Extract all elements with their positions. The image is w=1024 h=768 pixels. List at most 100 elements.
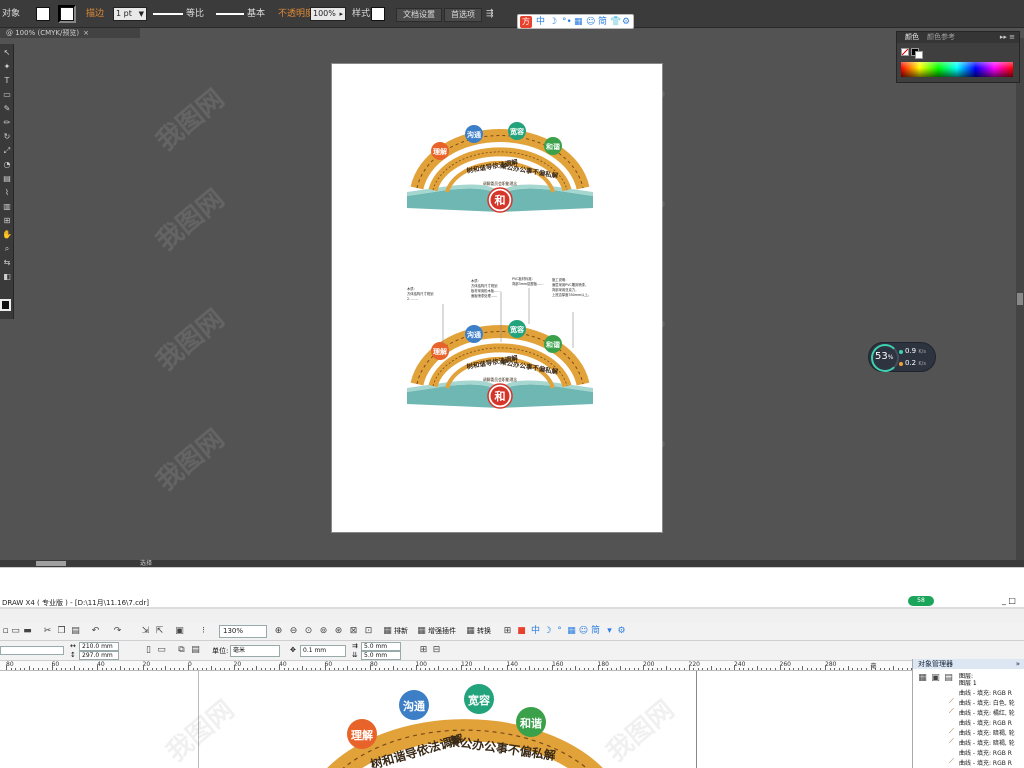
page-height-field[interactable]: 297.0 mm: [79, 651, 119, 660]
graph-tool-icon[interactable]: ▥: [1, 202, 13, 212]
punctuation-icon[interactable]: °: [554, 626, 565, 637]
page-width-field[interactable]: 210.0 mm: [79, 642, 119, 651]
zoom-tool-icon[interactable]: ⌕: [1, 244, 13, 254]
type-tool-icon[interactable]: T: [1, 76, 13, 86]
keyboard-icon[interactable]: ▦: [566, 626, 577, 637]
arrange-icon[interactable]: ⇶: [486, 8, 494, 21]
zoom-page-icon[interactable]: ⊛: [333, 626, 344, 637]
hand-tool-icon[interactable]: ✋: [1, 230, 13, 240]
skin-icon[interactable]: 👕: [610, 16, 621, 28]
artwork-top[interactable]: 和 树和谐导依法调解 秉公办公事不偏私解 调解委员会职能理念 理解 沟通 宽容 …: [407, 122, 593, 212]
nudge-field[interactable]: 0.1 mm: [300, 645, 346, 657]
artboard-tool-icon[interactable]: ⊞: [1, 216, 13, 226]
dup-offset-icon[interactable]: ⊟: [431, 645, 442, 656]
zoom-selected-icon[interactable]: ⊙: [303, 626, 314, 637]
chevron-right-icon[interactable]: »: [1016, 659, 1020, 669]
object-row[interactable]: 曲线 - 填充: RGB R: [959, 748, 1012, 757]
zoom-height-icon[interactable]: ⊡: [363, 626, 374, 637]
swap-colors-icon[interactable]: ⇆: [1, 258, 13, 268]
scrollbar-thumb[interactable]: [36, 561, 66, 566]
style-swatch[interactable]: [371, 7, 385, 21]
options-icon[interactable]: ⁝: [198, 626, 209, 637]
simplified-icon[interactable]: 简: [598, 16, 607, 28]
convert-label[interactable]: 转换: [477, 626, 491, 637]
gradient-tool-icon[interactable]: ▤: [1, 174, 13, 184]
ime-chinese-icon[interactable]: 中: [536, 16, 545, 28]
ime-chinese-icon[interactable]: 中: [530, 626, 541, 637]
save-icon[interactable]: ▬: [22, 626, 33, 637]
artboard[interactable]: 和 树和谐导依法调解 秉公办公事不偏私解 调解委员会职能理念 理解 沟通 宽容 …: [331, 63, 663, 533]
ime-logo-icon[interactable]: 方: [520, 16, 532, 28]
window-controls[interactable]: _ □: [1002, 596, 1016, 605]
shape-builder-icon[interactable]: ◔: [1, 160, 13, 170]
eyedropper-icon[interactable]: ⌇: [1, 188, 13, 198]
cut-icon[interactable]: ✂: [42, 626, 53, 637]
zoom-in-icon[interactable]: ⊕: [273, 626, 284, 637]
none-swatch[interactable]: [901, 48, 909, 56]
selection-tool-icon[interactable]: ↖: [1, 48, 13, 58]
layer-view-icon[interactable]: ▦: [917, 673, 928, 684]
pencil-tool-icon[interactable]: ✏: [1, 118, 13, 128]
convert-icon[interactable]: ▦: [465, 626, 476, 637]
launcher-icon[interactable]: ▣: [174, 626, 185, 637]
arrange-label[interactable]: 排新: [394, 626, 408, 637]
scrollbar-thumb[interactable]: [1017, 293, 1023, 305]
arrange-icon[interactable]: ▦: [382, 626, 393, 637]
tab-color[interactable]: 颜色: [905, 32, 919, 43]
layer-manager-icon[interactable]: ▤: [943, 673, 954, 684]
all-pages-icon[interactable]: ⧉: [176, 645, 187, 656]
moon-icon[interactable]: ☽: [549, 16, 557, 28]
stroke-weight-select[interactable]: 1 pt ▼: [113, 7, 147, 21]
notification-badge[interactable]: 58: [908, 596, 934, 606]
paste-icon[interactable]: ▤: [70, 626, 81, 637]
redo-icon[interactable]: ↷: [112, 626, 123, 637]
scale-tool-icon[interactable]: ⤢: [1, 146, 13, 156]
landscape-icon[interactable]: ▭: [156, 645, 167, 656]
duplicate-x-field[interactable]: 5.0 mm: [361, 642, 401, 651]
object-row[interactable]: 曲线 - 填充: 橘红, 轮: [959, 708, 1015, 717]
units-select[interactable]: 毫米: [230, 645, 280, 657]
export-icon[interactable]: ⇱: [154, 626, 165, 637]
gear-icon[interactable]: ⚙: [616, 626, 627, 637]
preferences-button[interactable]: 首选项: [444, 8, 482, 22]
opacity-select[interactable]: 100% ▸: [310, 7, 346, 21]
copy-icon[interactable]: ❐: [56, 626, 67, 637]
document-setup-button[interactable]: 文档设置: [396, 8, 442, 22]
gear-icon[interactable]: ⚙: [622, 16, 630, 28]
vertical-scrollbar[interactable]: [1016, 38, 1024, 560]
skin-icon[interactable]: ▾: [604, 626, 615, 637]
default-colors-icon[interactable]: ◧: [1, 272, 13, 282]
white-swatch[interactable]: [915, 51, 923, 59]
import-icon[interactable]: ⇲: [140, 626, 151, 637]
current-page-icon[interactable]: ▤: [190, 645, 201, 656]
object-row[interactable]: 曲线 - 填充: 暗褐, 轮: [959, 738, 1015, 747]
zoom-out-icon[interactable]: ⊖: [288, 626, 299, 637]
pen-tool-icon[interactable]: ✎: [1, 104, 13, 114]
enhance-icon[interactable]: ▦: [416, 626, 427, 637]
user-icon[interactable]: ☺: [586, 16, 595, 28]
magic-wand-icon[interactable]: ✦: [1, 62, 13, 72]
zoom-select[interactable]: 130%: [219, 625, 267, 638]
tab-color-guide[interactable]: 颜色参考: [927, 32, 955, 43]
object-row[interactable]: 曲线 - 填充: RGB R: [959, 758, 1012, 767]
fill-swatch[interactable]: [36, 7, 50, 21]
moon-icon[interactable]: ☽: [542, 626, 553, 637]
opacity-label[interactable]: 不透明度: [278, 8, 314, 21]
document-tab[interactable]: @ 100% (CMYK/预览) ×: [0, 28, 140, 38]
ime-logo-icon[interactable]: ■: [516, 626, 527, 637]
portrait-icon[interactable]: ▯: [143, 645, 154, 656]
object-row[interactable]: 曲线 - 填充: RGB R: [959, 688, 1012, 697]
object-row[interactable]: 曲线 - 填充: 白色, 轮: [959, 698, 1015, 707]
panel-menu-icon[interactable]: ▸▸ ≡: [1000, 32, 1015, 43]
keyboard-icon[interactable]: ▦: [574, 16, 583, 28]
undo-icon[interactable]: ↶: [90, 626, 101, 637]
artwork-bottom[interactable]: 和 树和谐导依法调解 秉公办公事不偏私解 调解委员会职能理念 理解 沟通 宽容 …: [407, 288, 593, 408]
page-size-select[interactable]: [0, 646, 64, 655]
simplified-icon[interactable]: 简: [590, 626, 601, 637]
rectangle-tool-icon[interactable]: ▭: [1, 90, 13, 100]
network-speed-widget[interactable]: 53% 0.9 K/s 0.2 K/s: [868, 342, 936, 372]
horizontal-scrollbar[interactable]: [0, 560, 1024, 567]
rotate-tool-icon[interactable]: ↻: [1, 132, 13, 142]
fill-stroke-box[interactable]: [0, 299, 11, 311]
stroke-label[interactable]: 描边: [86, 8, 104, 21]
